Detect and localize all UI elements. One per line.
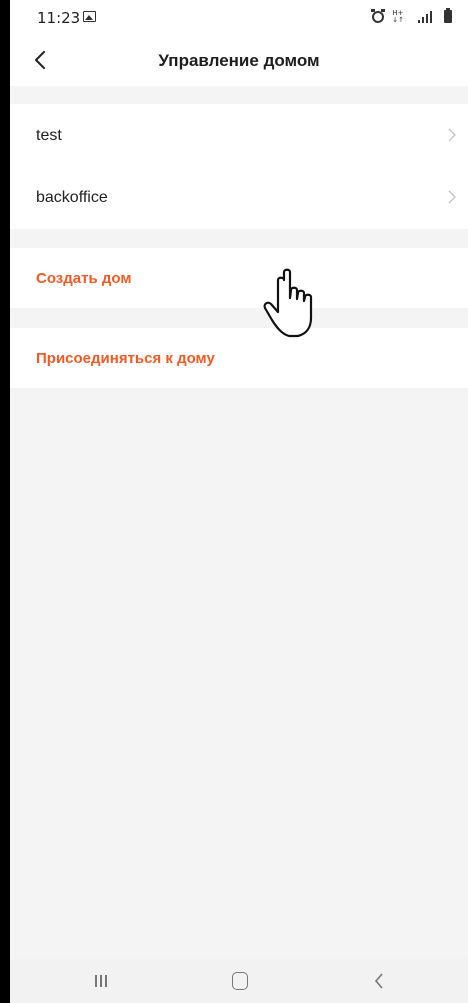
home-item-label: backoffice: [36, 189, 108, 206]
status-icons: H+ ↓↑: [364, 8, 454, 25]
recents-icon[interactable]: [93, 973, 109, 989]
home-item-label: test: [36, 127, 62, 144]
create-home-label: Создать дом: [36, 270, 132, 287]
alarm-clock-icon: [371, 9, 385, 23]
network-activity-icon: H+ ↓↑: [392, 9, 404, 24]
navigation-bar: [10, 959, 468, 1003]
app-header: Управление домом: [10, 34, 468, 86]
home-icon[interactable]: [232, 972, 248, 990]
status-time: 11:23: [37, 9, 81, 27]
image-icon: [83, 11, 96, 22]
home-item-backoffice[interactable]: backoffice: [10, 166, 468, 228]
chevron-right-icon: [448, 128, 456, 142]
status-bar: 11:23 H+ ↓↑: [10, 0, 468, 34]
create-home-button[interactable]: Создать дом: [10, 248, 468, 308]
chevron-right-icon: [448, 190, 456, 204]
home-list: test backoffice: [10, 104, 468, 229]
home-item-test[interactable]: test: [10, 104, 468, 166]
phone-screen: 11:23 H+ ↓↑ Управление домом test backof…: [10, 0, 468, 1003]
back-icon[interactable]: [374, 973, 384, 989]
battery-icon: [444, 8, 452, 23]
join-home-label: Присоединяться к дому: [36, 350, 215, 367]
hand-pointer-icon: [263, 268, 313, 338]
join-home-button[interactable]: Присоединяться к дому: [10, 328, 468, 388]
cell-signal-icon: [418, 11, 432, 23]
page-title: Управление домом: [158, 51, 320, 70]
